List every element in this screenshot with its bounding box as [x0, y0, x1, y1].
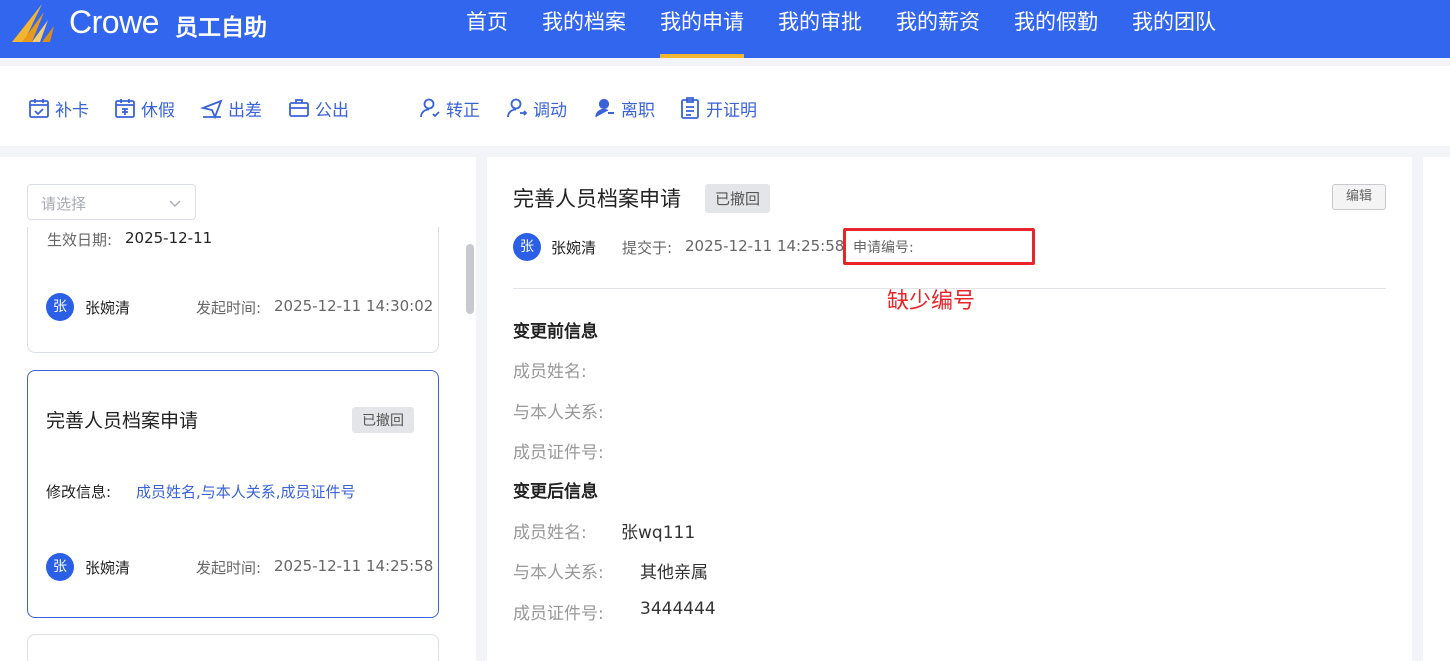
card-title: 完善人员档案申请 [46, 410, 199, 432]
tool-regularization[interactable]: 转正 [418, 96, 480, 121]
application-card[interactable]: 生效日期: 2025-12-11 张 张婉清 发起时间: 2025-12-11 … [27, 227, 439, 353]
submit-time-value: 2025-12-11 14:25:58 [274, 557, 434, 575]
edit-button[interactable]: 编辑 [1332, 184, 1386, 210]
tool-label: 离职 [621, 100, 655, 121]
modify-info-label: 修改信息: [46, 483, 112, 501]
effective-date-value: 2025-12-11 [125, 229, 213, 247]
after-id-value: 3444444 [640, 599, 716, 619]
after-section-title: 变更后信息 [513, 482, 598, 502]
application-toolbar: 补卡 休假 出差 公出 转正 调动 离职 开证明 [0, 66, 1450, 146]
before-name-label: 成员姓名: [513, 362, 587, 382]
tool-label: 公出 [315, 100, 349, 121]
effective-date-label: 生效日期: [47, 231, 113, 249]
before-relation-label: 与本人关系: [513, 403, 604, 423]
nav-my-attendance[interactable]: 我的假勤 [997, 0, 1115, 58]
tool-label: 转正 [446, 100, 480, 121]
tool-leave[interactable]: 休假 [113, 96, 175, 121]
brand-name: Crowe [69, 4, 159, 40]
status-badge: 已撤回 [352, 407, 414, 433]
status-badge: 已撤回 [705, 184, 771, 213]
submit-time-value: 2025-12-11 14:30:02 [274, 297, 434, 315]
detail-title: 完善人员档案申请 [513, 187, 681, 211]
nav-my-applications[interactable]: 我的申请 [643, 0, 761, 58]
tool-certificate[interactable]: 开证明 [678, 96, 757, 121]
top-navigation-bar: Crowe 员工自助 首页 我的档案 我的申请 我的审批 我的薪资 我的假勤 我… [0, 0, 1450, 58]
app-name: 员工自助 [175, 15, 267, 41]
after-relation-label: 与本人关系: [513, 563, 604, 583]
avatar: 张 [513, 233, 541, 261]
tool-business-trip[interactable]: 出差 [200, 96, 262, 121]
applicant-name: 张婉清 [551, 239, 597, 257]
before-section-title: 变更前信息 [513, 322, 598, 342]
after-relation-value: 其他亲属 [640, 563, 708, 583]
applicant-name: 张婉清 [85, 559, 131, 577]
submit-time-label: 发起时间: [196, 299, 262, 317]
nav-home[interactable]: 首页 [449, 0, 525, 58]
nav-my-salary[interactable]: 我的薪资 [879, 0, 997, 58]
calendar-check-icon [29, 99, 49, 118]
nav-my-team[interactable]: 我的团队 [1115, 0, 1233, 58]
briefcase-icon [289, 99, 309, 117]
missing-number-highlight [843, 228, 1035, 265]
tool-resignation[interactable]: 离职 [593, 96, 655, 121]
after-name-value: 张wq111 [621, 523, 696, 543]
application-list-panel: 请选择 生效日期: 2025-12-11 张 张婉清 发起时间: 2025-12… [0, 157, 476, 661]
tool-clock-in-fix[interactable]: 补卡 [27, 96, 89, 121]
nav-my-profile[interactable]: 我的档案 [525, 0, 643, 58]
plane-trip-icon [200, 99, 223, 120]
application-card[interactable] [27, 634, 439, 661]
tool-label: 出差 [228, 100, 262, 121]
application-detail-panel: 完善人员档案申请 已撤回 编辑 张 张婉清 提交于: 2025-12-11 14… [487, 157, 1412, 661]
after-name-label: 成员姓名: [513, 523, 587, 543]
tool-label: 调动 [533, 100, 567, 121]
user-transfer-icon [507, 98, 528, 118]
filter-select[interactable]: 请选择 [27, 184, 196, 220]
tool-label: 开证明 [706, 100, 757, 121]
user-regular-icon [420, 98, 440, 118]
user-leave-icon [595, 98, 614, 118]
modify-info-value: 成员姓名,与本人关系,成员证件号 [136, 483, 356, 501]
clipboard-icon [681, 97, 699, 119]
main-nav: 首页 我的档案 我的申请 我的审批 我的薪资 我的假勤 我的团队 [449, 0, 1233, 58]
submit-time-value: 2025-12-11 14:25:58 [685, 237, 845, 255]
nav-my-approvals[interactable]: 我的审批 [761, 0, 879, 58]
crowe-logo-icon[interactable] [10, 2, 62, 44]
submit-time-label: 发起时间: [196, 559, 262, 577]
tool-official-out[interactable]: 公出 [287, 96, 349, 121]
before-id-label: 成员证件号: [513, 443, 604, 463]
chevron-down-icon [169, 200, 181, 207]
calendar-leave-icon [115, 99, 135, 118]
right-edge-panel [1423, 157, 1450, 661]
applicant-name: 张婉清 [85, 299, 131, 317]
tool-label: 休假 [141, 100, 175, 121]
divider [513, 288, 1386, 289]
application-card-selected[interactable]: 完善人员档案申请 已撤回 修改信息: 成员姓名,与本人关系,成员证件号 张 张婉… [27, 370, 439, 618]
tool-label: 补卡 [55, 100, 89, 121]
filter-placeholder: 请选择 [41, 195, 87, 213]
submit-label: 提交于: [622, 239, 673, 257]
tool-transfer[interactable]: 调动 [505, 96, 567, 121]
avatar: 张 [46, 553, 74, 581]
list-scrollbar[interactable] [466, 244, 474, 314]
avatar: 张 [46, 293, 74, 321]
after-id-label: 成员证件号: [513, 604, 604, 624]
